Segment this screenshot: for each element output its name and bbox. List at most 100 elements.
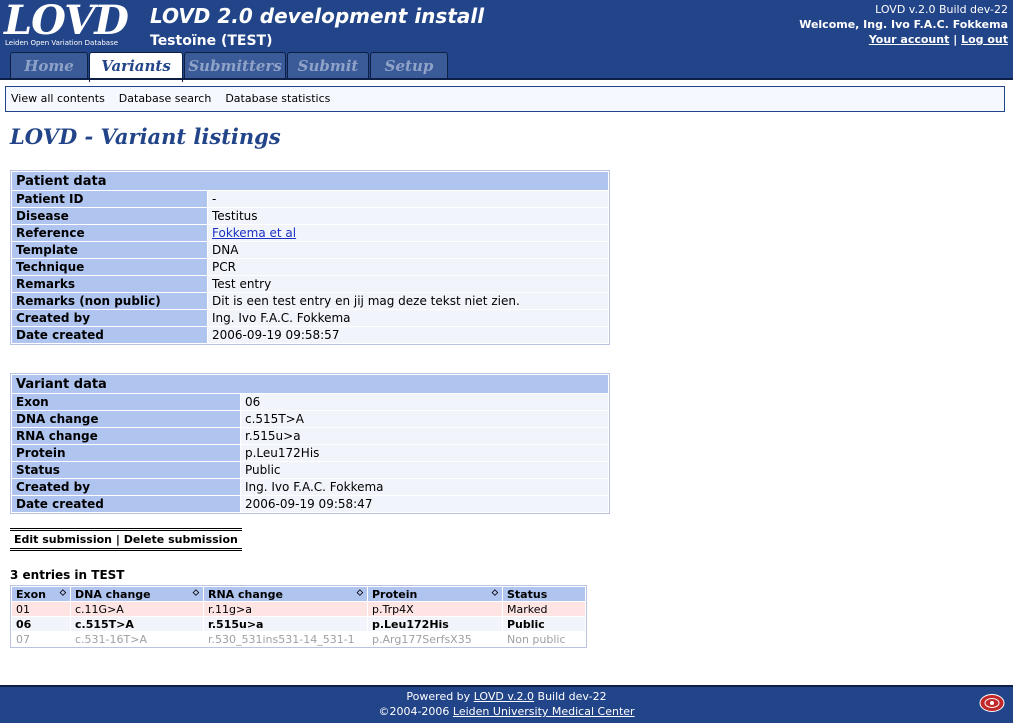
build-version: LOVD v.2.0 Build dev-22 <box>875 3 1008 16</box>
entries-count: 3 entries in TEST <box>10 568 125 582</box>
your-account-link[interactable]: Your account <box>869 33 950 46</box>
table-row: Protein p.Leu172His <box>12 445 608 461</box>
field-label: Status <box>12 462 240 478</box>
field-value: Testitus <box>208 208 608 224</box>
cell-dna-change: c.515T>A <box>71 617 203 631</box>
footer: Powered by LOVD v.2.0 Build dev-22 ©2004… <box>0 685 1013 723</box>
lovd-logo[interactable]: LOVD Leiden Open Variation Database <box>4 0 129 49</box>
tab-submit[interactable]: Submit <box>287 52 369 80</box>
table-row: Exon 06 <box>12 394 608 410</box>
field-label: Template <box>12 242 207 258</box>
table-row: RNA change r.515u>a <box>12 428 608 444</box>
variant-listing-table: Exon ⬦ DNA change ⬦ RNA change ⬦ Protein ⬦ S… <box>10 585 587 648</box>
column-header-exon[interactable]: Exon ⬦ <box>12 587 70 601</box>
column-label: Status <box>507 587 548 601</box>
sort-arrows-icon[interactable]: ⬦ <box>357 588 363 598</box>
sub-navigation: View all contents Database search Database… <box>5 86 1005 112</box>
field-value: Ing. Ivo F.A.C. Fokkema <box>208 310 608 326</box>
lumc-logo-icon[interactable] <box>979 693 1005 713</box>
tab-setup[interactable]: Setup <box>370 52 448 80</box>
cell-dna-change: c.11G>A <box>71 602 203 616</box>
table-row[interactable]: 06 c.515T>A r.515u>a p.Leu172His Public <box>12 617 585 631</box>
lumc-link[interactable]: Leiden University Medical Center <box>453 705 635 718</box>
column-label: Protein <box>372 587 418 601</box>
field-value: 06 <box>241 394 608 410</box>
field-label: Disease <box>12 208 207 224</box>
powered-suffix: Build dev-22 <box>537 690 607 703</box>
table-row: Reference Fokkema et al <box>12 225 608 241</box>
field-label: Patient ID <box>12 191 207 207</box>
lovd-version-link[interactable]: LOVD v.2.0 <box>474 690 534 703</box>
cell-rna-change: r.11g>a <box>204 602 367 616</box>
subnav-database-statistics[interactable]: Database statistics <box>225 92 330 105</box>
field-value: Fokkema et al <box>208 225 608 241</box>
delete-submission-button[interactable]: Delete submission <box>124 533 238 546</box>
field-label: Date created <box>12 496 240 512</box>
tab-submitters[interactable]: Submitters <box>184 52 286 80</box>
site-title: LOVD 2.0 development install <box>150 4 485 28</box>
table-row: Template DNA <box>12 242 608 258</box>
field-label: Exon <box>12 394 240 410</box>
cell-rna-change: r.515u>a <box>204 617 367 631</box>
field-label: Created by <box>12 310 207 326</box>
field-value: p.Leu172His <box>241 445 608 461</box>
subnav-view-all-contents[interactable]: View all contents <box>11 92 105 105</box>
cell-status: Marked <box>503 602 585 616</box>
table-row[interactable]: 01 c.11G>A r.11g>a p.Trp4X Marked <box>12 602 585 616</box>
field-value: Ing. Ivo F.A.C. Fokkema <box>241 479 608 495</box>
sort-arrows-icon[interactable]: ⬦ <box>193 588 199 598</box>
column-header-status[interactable]: Status <box>503 587 585 601</box>
table-row: Created by Ing. Ivo F.A.C. Fokkema <box>12 479 608 495</box>
column-header-protein[interactable]: Protein ⬦ <box>368 587 502 601</box>
gene-title: Testoïne (TEST) <box>150 33 273 49</box>
variant-data-heading: Variant data <box>12 375 608 393</box>
field-label: RNA change <box>12 428 240 444</box>
field-value: r.515u>a <box>241 428 608 444</box>
submission-actions: Edit submission | Delete submission <box>10 528 242 551</box>
cell-rna-change: r.530_531ins531-14_531-1 <box>204 632 367 646</box>
log-out-link[interactable]: Log out <box>961 33 1008 46</box>
cell-status: Public <box>503 617 585 631</box>
column-header-dna-change[interactable]: DNA change ⬦ <box>71 587 203 601</box>
powered-by-line: Powered by LOVD v.2.0 Build dev-22 <box>0 690 1013 703</box>
powered-prefix: Powered by <box>406 690 471 703</box>
reference-link[interactable]: Fokkema et al <box>212 226 296 240</box>
field-value: PCR <box>208 259 608 275</box>
field-label: Remarks <box>12 276 207 292</box>
page-title: LOVD - Variant listings <box>10 124 281 149</box>
column-label: Exon <box>16 587 46 601</box>
column-header-rna-change[interactable]: RNA change ⬦ <box>204 587 367 601</box>
field-value: - <box>208 191 608 207</box>
field-value: c.515T>A <box>241 411 608 427</box>
cell-exon: 07 <box>12 632 70 646</box>
logo-subtitle: Leiden Open Variation Database <box>5 39 119 47</box>
column-label: DNA change <box>75 587 151 601</box>
header: LOVD Leiden Open Variation Database LOVD… <box>0 0 1013 82</box>
field-label: Date created <box>12 327 207 343</box>
table-row: DNA change c.515T>A <box>12 411 608 427</box>
account-links: Your account | Log out <box>869 33 1008 46</box>
tab-baseline <box>0 78 1013 80</box>
logo-text: LOVD <box>4 0 129 44</box>
table-row: Disease Testitus <box>12 208 608 224</box>
edit-submission-button[interactable]: Edit submission <box>14 533 112 546</box>
field-label: Protein <box>12 445 240 461</box>
field-label: Technique <box>12 259 207 275</box>
sort-arrows-icon[interactable]: ⬦ <box>60 588 66 598</box>
cell-exon: 06 <box>12 617 70 631</box>
field-label: DNA change <box>12 411 240 427</box>
table-row: Remarks (non public) Dit is een test entr… <box>12 293 608 309</box>
main-tabs: Home Variants Submitters Submit Setup <box>10 52 470 82</box>
field-label: Reference <box>12 225 207 241</box>
sort-arrows-icon[interactable]: ⬦ <box>492 588 498 598</box>
field-value: 2006-09-19 09:58:47 <box>241 496 608 512</box>
account-separator: | <box>953 33 958 46</box>
table-row: Status Public <box>12 462 608 478</box>
table-row: Technique PCR <box>12 259 608 275</box>
table-row: Date created 2006-09-19 09:58:57 <box>12 327 608 343</box>
tab-home[interactable]: Home <box>10 52 88 80</box>
column-label: RNA change <box>208 587 283 601</box>
subnav-database-search[interactable]: Database search <box>119 92 212 105</box>
table-row[interactable]: 07 c.531-16T>A r.530_531ins531-14_531-1 … <box>12 632 585 646</box>
cell-protein: p.Arg177SerfsX35 <box>368 632 502 646</box>
